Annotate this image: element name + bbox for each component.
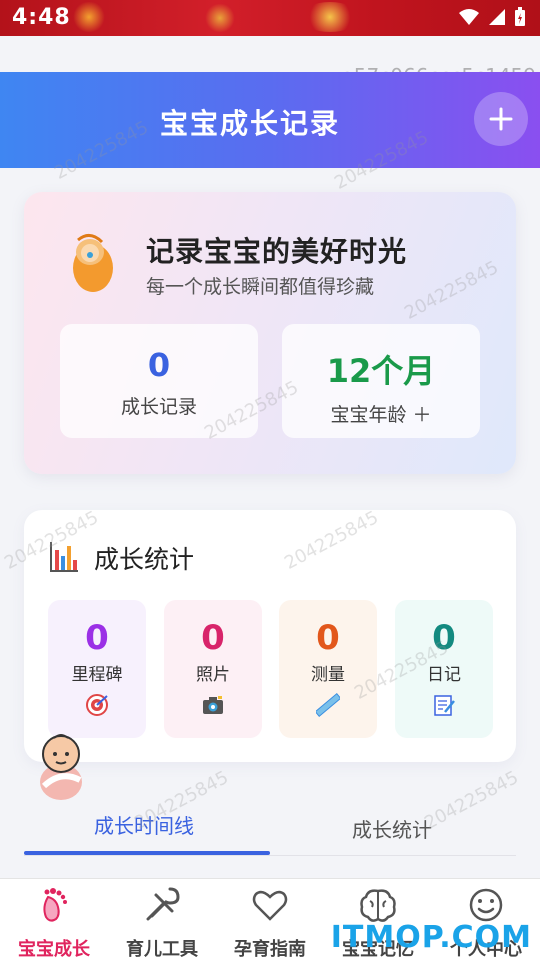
baby-age-value: 12个月 [326, 352, 436, 390]
photo-tile[interactable]: 0 照片 [164, 600, 262, 738]
site-watermark: ITMOP.COM [330, 920, 532, 955]
measure-tile[interactable]: 0 测量 [279, 600, 377, 738]
lantern-decoration [70, 2, 108, 32]
smile-icon [469, 888, 503, 922]
records-label: 成长记录 [120, 396, 197, 418]
growth-stats-card: 成长统计 0 里程碑 0 照片 0 测量 0 日记 [24, 510, 516, 762]
nav-baby-growth-label: 宝宝成长 [18, 939, 90, 960]
status-icons [458, 7, 526, 27]
diary-count: 0 [432, 618, 456, 658]
tab-growth-stats[interactable]: 成长统计 [352, 814, 432, 843]
nav-pregnancy-guide[interactable]: 孕育指南 [216, 885, 324, 960]
measure-label: 测量 [311, 665, 345, 685]
active-tab-indicator [24, 851, 270, 855]
measure-count: 0 [316, 618, 340, 658]
hero-title: 记录宝宝的美好时光 [146, 235, 408, 268]
diary-tile[interactable]: 0 日记 [395, 600, 493, 738]
wrench-icon [146, 887, 180, 921]
milestone-label: 里程碑 [71, 665, 123, 685]
firework-decoration [200, 4, 240, 32]
bar-chart-icon [50, 542, 78, 572]
app-header: 宝宝成长记录 [0, 72, 540, 168]
page-title: 宝宝成长记录 [159, 107, 340, 140]
photo-label: 照片 [196, 665, 230, 685]
hero-subtitle: 每一个成长瞬间都值得珍藏 [146, 276, 375, 298]
nav-pregnancy-guide-label: 孕育指南 [234, 939, 306, 960]
memo-icon [434, 695, 455, 716]
ruler-icon [314, 692, 342, 718]
plus-icon [489, 107, 513, 131]
signal-icon [489, 9, 505, 25]
status-bar: 4:48 [0, 0, 540, 36]
milestone-count: 0 [85, 618, 109, 658]
stats-title: 成长统计 [94, 545, 195, 574]
baby-age-box[interactable]: 12个月 宝宝年龄 ＋ [282, 324, 480, 438]
nav-baby-growth[interactable]: 宝宝成长 [0, 885, 108, 960]
add-record-button[interactable] [474, 92, 528, 146]
firework-decoration [300, 2, 360, 32]
nav-parenting-tools-label: 育儿工具 [126, 939, 198, 960]
baby-age-label: 宝宝年龄 ＋ [330, 404, 432, 426]
hero-card: 记录宝宝的美好时光 每一个成长瞬间都值得珍藏 0 成长记录 12个月 宝宝年龄 … [24, 192, 516, 474]
battery-icon [515, 7, 525, 26]
status-time: 4:48 [12, 5, 71, 30]
swaddled-baby-icon [73, 234, 113, 292]
milestone-tile[interactable]: 0 里程碑 [48, 600, 146, 738]
footprint-icon [43, 888, 67, 922]
diary-label: 日记 [427, 665, 461, 685]
brain-icon [360, 889, 396, 922]
content-tabs: 成长时间线 成长统计 [24, 800, 516, 856]
records-count-box[interactable]: 0 成长记录 [60, 324, 258, 438]
wifi-icon [459, 9, 479, 25]
heart-icon [252, 890, 288, 921]
camera-icon [203, 696, 223, 714]
baby-mascot-icon[interactable] [34, 730, 88, 802]
records-count: 0 [147, 346, 171, 384]
target-icon [86, 694, 108, 716]
tab-growth-timeline[interactable]: 成长时间线 [94, 810, 194, 839]
nav-parenting-tools[interactable]: 育儿工具 [108, 885, 216, 960]
photo-count: 0 [201, 618, 225, 658]
